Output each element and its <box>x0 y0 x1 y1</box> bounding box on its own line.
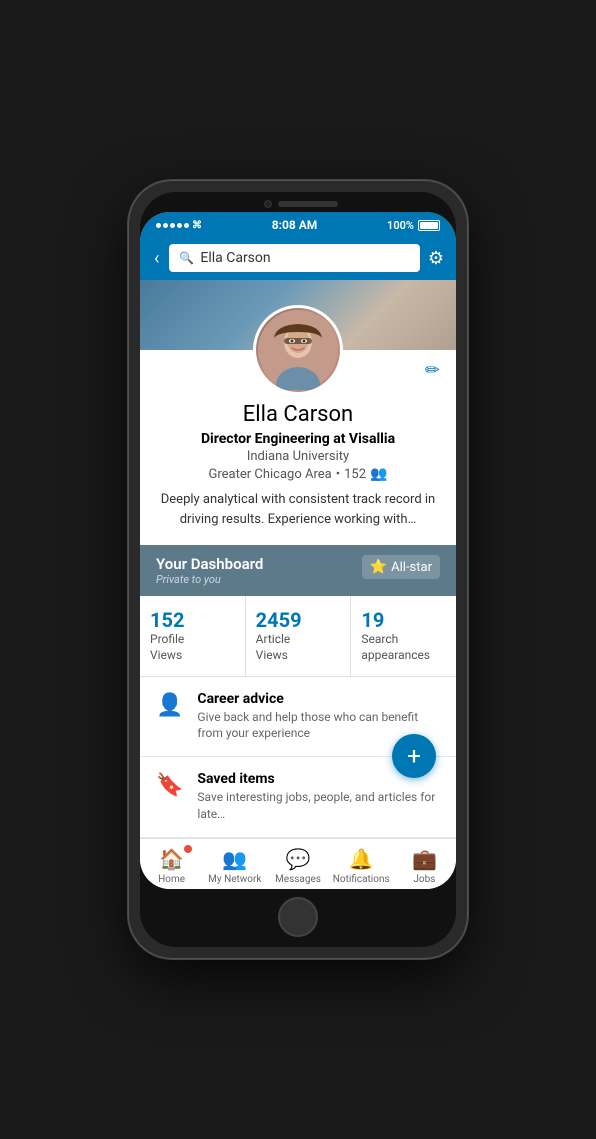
article-views-label: ArticleViews <box>256 632 341 663</box>
profile-bio: Deeply analytical with consistent track … <box>156 490 440 529</box>
main-content: ✏ Ella Carson Director Engineering at Vi… <box>140 280 456 888</box>
phone-frame: ⌘ 8:08 AM 100% ‹ 🔍 Ella Carson ⚙ <box>128 180 468 958</box>
saved-items-content: Saved items Save interesting jobs, peopl… <box>197 771 440 823</box>
notifications-icon: 🔔 <box>349 847 374 871</box>
messages-icon: 💬 <box>286 847 311 871</box>
dashboard-header: Your Dashboard Private to you ⭐ All-star <box>140 545 456 596</box>
connections-icon: 👥 <box>370 466 387 482</box>
all-star-button[interactable]: ⭐ All-star <box>362 555 440 579</box>
saved-items-desc: Save interesting jobs, people, and artic… <box>197 789 440 823</box>
stat-profile-views[interactable]: 152 ProfileViews <box>140 596 246 675</box>
settings-icon[interactable]: ⚙ <box>428 248 444 269</box>
messages-label: Messages <box>275 874 321 885</box>
avatar-image <box>258 310 338 390</box>
profile-school: Indiana University <box>156 449 440 464</box>
battery-percent: 100% <box>387 219 414 232</box>
profile-name: Ella Carson <box>156 402 440 427</box>
wifi-icon: ⌘ <box>192 220 202 231</box>
saved-items-icon: 🔖 <box>156 773 183 798</box>
profile-views-number: 152 <box>150 608 235 632</box>
search-appearances-number: 19 <box>361 608 446 632</box>
battery-icon <box>418 220 440 231</box>
home-button-area <box>140 889 456 947</box>
dashboard-title: Your Dashboard <box>156 555 263 573</box>
top-nav-bar: ‹ 🔍 Ella Carson ⚙ <box>140 236 456 280</box>
notch-area <box>140 192 456 212</box>
home-button[interactable] <box>278 897 318 937</box>
search-icon: 🔍 <box>179 251 194 265</box>
status-bar: ⌘ 8:08 AM 100% <box>140 212 456 236</box>
edit-profile-button[interactable]: ✏ <box>425 360 440 381</box>
home-badge <box>184 845 192 853</box>
search-field-value[interactable]: Ella Carson <box>200 250 270 266</box>
career-advice-icon: 👤 <box>156 693 183 718</box>
status-right: 100% <box>387 219 440 232</box>
avatar-wrapper <box>253 305 343 395</box>
nav-home[interactable]: 🏠 Home <box>140 847 203 885</box>
nav-jobs[interactable]: 💼 Jobs <box>393 847 456 885</box>
dashboard-title-area: Your Dashboard Private to you <box>156 555 263 586</box>
fab-icon: + <box>407 742 421 770</box>
career-advice-title: Career advice <box>197 691 440 707</box>
profile-card: ✏ Ella Carson Director Engineering at Vi… <box>140 350 456 545</box>
home-label: Home <box>158 874 185 885</box>
jobs-label: Jobs <box>413 874 435 885</box>
notifications-label: Notifications <box>333 874 390 885</box>
phone-screen: ⌘ 8:08 AM 100% ‹ 🔍 Ella Carson ⚙ <box>140 212 456 888</box>
home-icon: 🏠 <box>159 847 184 871</box>
camera-dot <box>264 200 272 208</box>
dashboard-subtitle: Private to you <box>156 573 263 586</box>
status-time: 8:08 AM <box>272 218 318 232</box>
avatar[interactable] <box>253 305 343 395</box>
jobs-icon: 💼 <box>412 847 437 871</box>
article-views-number: 2459 <box>256 608 341 632</box>
signal-dots <box>156 223 189 228</box>
profile-title: Director Engineering at Visallia <box>156 431 440 447</box>
stat-article-views[interactable]: 2459 ArticleViews <box>246 596 352 675</box>
nav-notifications[interactable]: 🔔 Notifications <box>330 847 393 885</box>
list-section: 👤 Career advice Give back and help those… <box>140 677 456 838</box>
profile-views-label: ProfileViews <box>150 632 235 663</box>
search-box[interactable]: 🔍 Ella Carson <box>169 244 419 272</box>
bottom-nav: 🏠 Home 👥 My Network 💬 Messages 🔔 Notific… <box>140 838 456 889</box>
speaker-bar <box>278 201 338 207</box>
fab-button[interactable]: + <box>392 734 436 778</box>
stat-search-appearances[interactable]: 19 Searchappearances <box>351 596 456 675</box>
all-star-label: All-star <box>391 560 432 575</box>
career-advice-content: Career advice Give back and help those w… <box>197 691 440 743</box>
nav-my-network[interactable]: 👥 My Network <box>203 847 266 885</box>
profile-location: Greater Chicago Area • 152 👥 <box>156 466 440 482</box>
star-icon: ⭐ <box>370 559 387 575</box>
stats-row: 152 ProfileViews 2459 ArticleViews 19 Se… <box>140 596 456 676</box>
search-appearances-label: Searchappearances <box>361 632 446 663</box>
my-network-label: My Network <box>208 874 261 885</box>
my-network-icon: 👥 <box>222 847 247 871</box>
nav-messages[interactable]: 💬 Messages <box>266 847 329 885</box>
back-button[interactable]: ‹ <box>152 246 161 271</box>
status-left: ⌘ <box>156 220 202 231</box>
